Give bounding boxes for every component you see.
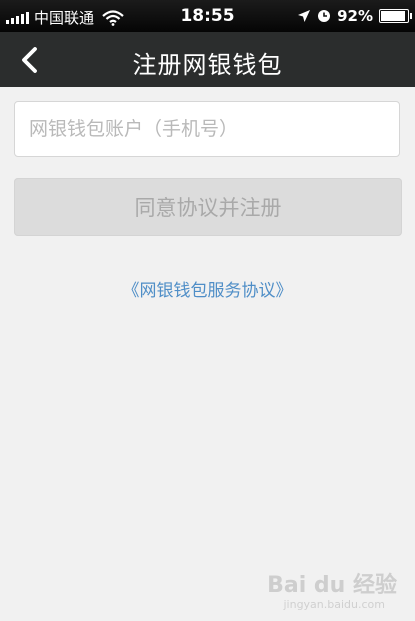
service-agreement-link[interactable]: 《网银钱包服务协议》 xyxy=(0,276,415,301)
battery-percent: 92% xyxy=(337,7,373,25)
status-bar: 中国联通 18:55 92% xyxy=(0,0,415,32)
watermark-url: jingyan.baidu.com xyxy=(283,598,385,611)
battery-icon xyxy=(379,9,412,23)
navigation-bar: 注册网银钱包 xyxy=(0,32,415,87)
baidu-jingyan-watermark: Bai du 经验 xyxy=(267,573,397,598)
status-right: 92% xyxy=(297,7,412,25)
phone-number-input[interactable] xyxy=(14,101,400,157)
battery-fill xyxy=(381,11,405,21)
page-title: 注册网银钱包 xyxy=(132,51,283,79)
agree-and-register-button[interactable]: 同意协议并注册 xyxy=(14,178,402,236)
location-icon xyxy=(298,10,311,22)
alarm-icon xyxy=(318,10,331,22)
